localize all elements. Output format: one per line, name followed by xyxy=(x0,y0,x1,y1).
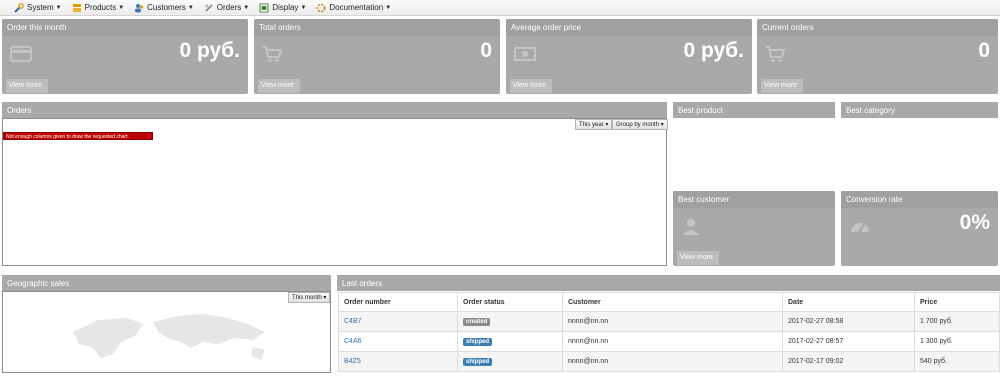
status-badge: shipped xyxy=(463,357,493,366)
cart-icon xyxy=(262,45,283,63)
last-orders-table: Order number Order status Customer Date … xyxy=(338,292,1000,372)
table-row[interactable]: B4Z5 shipped nnnn@nn.nn 2017-02-17 09:02 540… xyxy=(338,351,1000,372)
column-header-order-status[interactable]: Order status xyxy=(457,292,563,312)
chart-error-message: Not enough columns given to draw the req… xyxy=(3,132,153,140)
wrench-icon xyxy=(14,2,24,13)
menu-system-label: System xyxy=(27,3,54,12)
column-header-price[interactable]: Price xyxy=(914,292,1000,312)
view-more-button[interactable]: View more xyxy=(6,79,48,93)
tile-title: Conversion rate xyxy=(841,191,998,208)
period-select-label: This year xyxy=(579,122,604,128)
credit-card-icon xyxy=(10,45,32,63)
price-cell: 1 300 руб. xyxy=(914,331,1000,352)
customers-icon xyxy=(134,3,144,13)
world-map-area xyxy=(2,291,331,373)
geo-period-select-button[interactable]: This month ▾ xyxy=(288,292,331,303)
view-more-button[interactable]: View more xyxy=(761,79,803,93)
tile-value: 0 xyxy=(978,39,990,62)
customer-cell: nnnn@nn.nn xyxy=(562,331,783,352)
tile-title: Average order price xyxy=(506,19,752,36)
tile-title: Total orders xyxy=(254,19,500,36)
menu-display-label: Display xyxy=(272,3,299,12)
column-header-order-number[interactable]: Order number xyxy=(338,292,458,312)
menu-documentation-label: Documentation xyxy=(329,3,384,12)
tile-value: 0 xyxy=(480,39,492,62)
world-map xyxy=(73,314,265,360)
orders-panel-title: Orders xyxy=(2,102,667,118)
status-badge: created xyxy=(463,317,491,326)
customer-cell: nnnn@nn.nn xyxy=(562,351,783,372)
documentation-icon xyxy=(316,3,326,13)
tile-average-order-price: Average order price 0 руб. View more xyxy=(506,19,752,94)
top-menu-bar: System ▼ Products ▼ Customers ▼ Orders ▼ Dis… xyxy=(0,0,1000,16)
order-number-cell: B4Z5 xyxy=(338,351,458,372)
menu-customers-label: Customers xyxy=(147,3,186,12)
tile-current-orders: Current orders 0 View more xyxy=(757,19,998,94)
group-by-select-label: Group by month xyxy=(616,122,660,128)
tile-value: 0 руб. xyxy=(179,39,240,62)
tile-order-this-month: Order this month 0 руб. View more xyxy=(2,19,248,94)
tile-value: 0 руб. xyxy=(683,39,744,62)
menu-products[interactable]: Products ▼ xyxy=(72,3,125,13)
user-icon xyxy=(681,218,701,236)
chevron-down-icon: ▼ xyxy=(118,4,125,11)
view-more-button[interactable]: View more xyxy=(510,79,552,93)
table-row[interactable]: C4B7 created nnnn@nn.nn 2017-02-27 08:58 1 7… xyxy=(338,311,1000,332)
price-cell: 540 руб. xyxy=(914,351,1000,372)
tile-value: 0% xyxy=(959,211,990,234)
order-number-cell: C4A6 xyxy=(338,331,458,352)
chevron-down-icon: ▼ xyxy=(385,4,392,11)
date-cell: 2017-02-27 08:57 xyxy=(782,331,915,352)
column-header-customer[interactable]: Customer xyxy=(562,292,783,312)
orders-icon xyxy=(204,3,214,13)
banknote-icon xyxy=(514,45,536,63)
geographic-sales-title: Geographic sales xyxy=(2,275,331,291)
order-number-cell: C4B7 xyxy=(338,311,458,332)
period-select-button[interactable]: This year ▾ xyxy=(575,119,613,130)
view-more-button[interactable]: View more xyxy=(677,251,719,265)
order-status-cell: shipped xyxy=(457,331,563,352)
menu-customers[interactable]: Customers ▼ xyxy=(134,3,194,13)
menu-orders[interactable]: Orders ▼ xyxy=(204,3,249,13)
tile-title: Best customer xyxy=(673,191,835,208)
order-number-link[interactable]: C4A6 xyxy=(344,338,362,345)
customer-cell: nnnn@nn.nn xyxy=(562,311,783,332)
menu-products-label: Products xyxy=(84,3,117,12)
products-icon xyxy=(72,3,82,13)
tile-title: Current orders xyxy=(757,19,998,36)
order-status-cell: created xyxy=(457,311,563,332)
tile-conversion-rate: Conversion rate 0% xyxy=(841,191,998,266)
chevron-down-icon: ▼ xyxy=(55,4,62,11)
gauge-icon xyxy=(849,217,869,235)
date-cell: 2017-02-27 08:58 xyxy=(782,311,915,332)
view-more-button[interactable]: View more xyxy=(258,79,300,93)
table-header-row: Order number Order status Customer Date … xyxy=(338,292,1000,312)
order-status-cell: shipped xyxy=(457,351,563,372)
chevron-down-icon: ▼ xyxy=(243,4,250,11)
price-cell: 1 700 руб. xyxy=(914,311,1000,332)
group-by-select-button[interactable]: Group by month ▾ xyxy=(612,119,668,130)
status-badge: shipped xyxy=(463,337,493,346)
column-header-date[interactable]: Date xyxy=(782,292,915,312)
menu-display[interactable]: Display ▼ xyxy=(259,3,306,13)
order-number-link[interactable]: B4Z5 xyxy=(344,358,361,365)
tile-best-customer: Best customer View more xyxy=(673,191,835,266)
date-cell: 2017-02-17 09:02 xyxy=(782,351,915,372)
last-orders-title: Last orders xyxy=(337,275,1000,291)
display-icon xyxy=(259,3,269,13)
menu-documentation[interactable]: Documentation ▼ xyxy=(316,3,391,13)
menu-system[interactable]: System ▼ xyxy=(14,2,62,13)
order-number-link[interactable]: C4B7 xyxy=(344,318,362,325)
tile-total-orders: Total orders 0 View more xyxy=(254,19,500,94)
menu-orders-label: Orders xyxy=(216,3,242,12)
geo-period-select-label: This month xyxy=(292,295,322,301)
chevron-down-icon: ▼ xyxy=(300,4,307,11)
cart-icon xyxy=(765,45,786,63)
best-category-title: Best category xyxy=(841,102,998,118)
chevron-down-icon: ▼ xyxy=(187,4,194,11)
table-row[interactable]: C4A6 shipped nnnn@nn.nn 2017-02-27 08:57 1 3… xyxy=(338,331,1000,352)
best-product-title: Best product xyxy=(673,102,835,118)
tile-title: Order this month xyxy=(2,19,248,36)
orders-chart-area xyxy=(2,118,667,266)
